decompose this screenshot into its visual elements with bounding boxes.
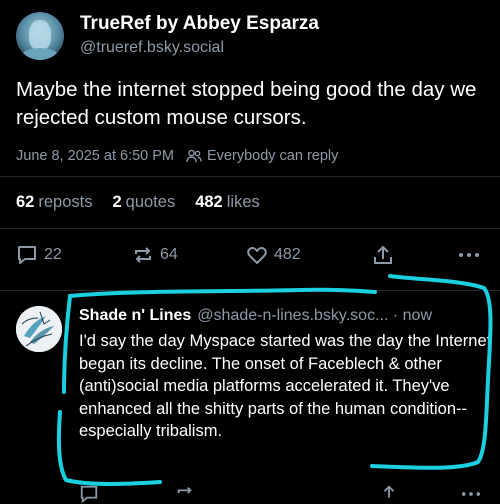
annotation-stroke-left bbox=[62, 294, 72, 394]
repost-icon[interactable] bbox=[175, 484, 195, 504]
more-button[interactable] bbox=[456, 244, 482, 266]
illustration-icon bbox=[16, 306, 62, 352]
reply-actions bbox=[79, 484, 494, 504]
share-button[interactable] bbox=[372, 244, 394, 266]
chat-bubble-icon[interactable] bbox=[79, 484, 99, 504]
post-stats: 62 reposts 2 quotes 482 likes bbox=[16, 193, 260, 212]
avatar-face bbox=[29, 20, 51, 50]
avatar-shoulders bbox=[20, 48, 60, 60]
reply-setting[interactable]: Everybody can reply bbox=[207, 148, 338, 164]
reposts-label: reposts bbox=[38, 193, 93, 211]
author-avatar[interactable] bbox=[16, 12, 64, 60]
divider bbox=[0, 176, 500, 177]
chat-bubble-icon bbox=[18, 246, 36, 264]
reposts-count: 62 bbox=[16, 193, 35, 211]
divider bbox=[0, 228, 500, 229]
quotes-label: quotes bbox=[125, 193, 176, 211]
reposts-stat[interactable]: 62 reposts bbox=[16, 193, 92, 212]
more-icon bbox=[459, 253, 479, 257]
reply-author-avatar[interactable] bbox=[16, 306, 62, 352]
people-icon bbox=[186, 149, 202, 163]
share-icon[interactable] bbox=[379, 484, 399, 504]
divider bbox=[0, 290, 500, 291]
reply-text: I'd say the day Myspace started was the … bbox=[79, 332, 492, 440]
quotes-stat[interactable]: 2 quotes bbox=[112, 193, 175, 212]
author-handle[interactable]: @trueref.bsky.social bbox=[80, 39, 224, 57]
author-name[interactable]: TrueRef by Abbey Esparza bbox=[80, 13, 319, 35]
post-timestamp[interactable]: June 8, 2025 at 6:50 PM bbox=[16, 148, 174, 164]
reply-author-handle[interactable]: @shade-n-lines.bsky.soc... bbox=[197, 307, 388, 324]
reply-count: 22 bbox=[44, 246, 62, 263]
like-button[interactable]: 482 bbox=[246, 244, 301, 266]
likes-label: likes bbox=[226, 193, 260, 211]
reply-author-name[interactable]: Shade n' Lines bbox=[79, 307, 191, 324]
likes-count: 482 bbox=[195, 193, 223, 211]
share-icon bbox=[374, 245, 392, 264]
reply-button[interactable]: 22 bbox=[16, 244, 62, 266]
reply-time[interactable]: now bbox=[403, 307, 432, 324]
repost-count: 64 bbox=[160, 246, 178, 263]
post-meta: June 8, 2025 at 6:50 PM Everybody can re… bbox=[16, 148, 338, 164]
repost-button[interactable]: 64 bbox=[132, 244, 178, 266]
likes-stat[interactable]: 482 likes bbox=[195, 193, 260, 212]
like-count: 482 bbox=[274, 246, 301, 263]
reply-separator: · bbox=[392, 307, 399, 324]
repost-icon bbox=[135, 247, 151, 263]
post-actions: 22 64 482 bbox=[16, 244, 486, 270]
more-icon[interactable] bbox=[459, 484, 483, 504]
reply-header: Shade n' Lines @shade-n-lines.bsky.soc...… bbox=[79, 307, 494, 325]
quotes-count: 2 bbox=[112, 193, 122, 211]
post-text: Maybe the internet stopped being good th… bbox=[16, 78, 477, 129]
heart-icon bbox=[247, 247, 267, 264]
